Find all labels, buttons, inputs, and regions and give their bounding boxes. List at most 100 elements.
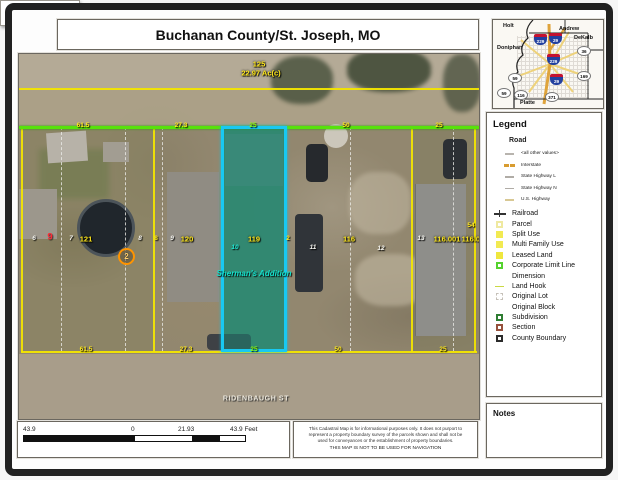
legend-symbol-wrap <box>493 252 506 259</box>
legend-sq-outline-symbol <box>496 324 503 331</box>
legend-label: <all other values> <box>521 151 559 156</box>
lot-number-red: 9 <box>47 232 52 242</box>
legend-title: Legend <box>493 119 597 130</box>
legend-label: State Highway N <box>521 186 557 191</box>
legend-item: Multi Family Use <box>493 240 597 250</box>
interstate-shield-icon: 29 <box>550 74 563 85</box>
locator-county-label: DeKalb <box>574 35 593 41</box>
legend-label: Split Use <box>512 231 540 238</box>
parcel-number: 116.002 <box>462 235 480 243</box>
legend-label: Multi Family Use <box>512 241 564 248</box>
legend-label: State Highway L <box>521 174 556 179</box>
legend-symbol-wrap <box>503 199 516 201</box>
notes-box: Notes <box>486 403 602 458</box>
lot-number: 7 <box>69 236 73 243</box>
scalebar-segment <box>192 436 220 441</box>
legend-item: <all other values> <box>493 148 597 160</box>
legend-sq-outline-symbol <box>496 262 503 269</box>
legend-symbol-wrap <box>503 188 516 190</box>
interstate-shield-icon: 229 <box>534 34 547 45</box>
dimension-label: 25 <box>439 347 446 354</box>
dimension-label: 50 <box>342 123 349 130</box>
legend-item: Subdivision <box>493 312 597 322</box>
legend-items: RailroadParcelSplit UseMulti Family UseL… <box>493 209 597 344</box>
legend-item: Original Block <box>493 302 597 312</box>
legend-item: County Boundary <box>493 333 597 343</box>
lot-number: 10 <box>231 245 238 252</box>
scalebar-zero-label: 0 <box>131 426 135 433</box>
scalebar-segment <box>135 436 192 441</box>
legend-item: Land Hook <box>493 281 597 291</box>
legend-label: Section <box>512 324 535 331</box>
legend-label: Original Lot <box>512 293 548 300</box>
lot-number: 11 <box>310 245 317 252</box>
legend-dash-symbol <box>505 188 514 190</box>
area-label: 125 <box>253 60 266 68</box>
legend-symbol-wrap <box>493 314 506 321</box>
notes-title: Notes <box>493 409 595 418</box>
legend-none-symbol <box>496 304 503 311</box>
parcel-number: 116 <box>343 235 355 243</box>
route-shield-icon: 59 <box>497 88 511 98</box>
legend-sq-outline-symbol <box>496 314 503 321</box>
lot-number: 13 <box>417 236 424 243</box>
legend-item: State Highway N <box>493 183 597 195</box>
legend-symbol-wrap <box>493 273 506 280</box>
legend-sq-fill-symbol <box>496 241 503 248</box>
parcel-number: 120 <box>181 235 194 243</box>
dimension-label: 61.5 <box>77 123 90 130</box>
legend-sq-fill-symbol <box>496 252 503 259</box>
lot-number: 6 <box>32 236 36 243</box>
legend-symbol-wrap <box>503 164 516 167</box>
legend-symbol-wrap <box>493 286 506 288</box>
scalebar-left-label: 43.9 <box>23 426 36 433</box>
legend-sq-outline-symbol <box>496 335 503 342</box>
circled-marker: 2 <box>118 248 135 265</box>
legend-road-group-label: Road <box>509 137 597 144</box>
street-label: RIDENBAUGH ST <box>223 396 289 403</box>
scalebar-segment <box>24 436 135 441</box>
legend: Legend Road <all other values> Interstate… <box>486 112 602 397</box>
legend-dash-thick-symbol <box>504 164 515 167</box>
legend-item: Section <box>493 323 597 333</box>
legend-label: Railroad <box>512 210 538 217</box>
legend-dash-symbol <box>505 153 514 155</box>
legend-symbol-wrap <box>493 221 506 228</box>
legend-dash-symbol <box>495 286 504 288</box>
dimension-label: 25 <box>250 347 257 354</box>
legend-dash-symbol <box>505 199 514 201</box>
legend-symbol-wrap <box>493 241 506 248</box>
map-canvas[interactable]: 12522.97 Ac(c)61.527.325502561.527.32550… <box>18 53 480 420</box>
circled-marker-value: 2 <box>124 252 128 261</box>
locator-county-label: Platte <box>520 100 535 106</box>
legend-sq-faint-symbol <box>496 293 503 300</box>
legend-label: Interstate <box>521 163 541 168</box>
lot-number: 2 <box>286 236 290 243</box>
map-labels-layer: 12522.97 Ac(c)61.527.325502561.527.32550… <box>19 54 479 419</box>
legend-label: Leased Land <box>512 252 552 259</box>
route-shield-icon: 36 <box>577 46 591 56</box>
legend-dash-symbol <box>505 176 514 178</box>
legend-item: Split Use <box>493 229 597 239</box>
dimension-label: 27.3 <box>180 347 193 354</box>
locator-map[interactable]: HoltAndrewDeKalbDoniphanPlatte2292922929… <box>492 19 604 109</box>
dimension-label: 54 <box>467 223 474 230</box>
lot-number: 8 <box>154 236 158 243</box>
legend-item: Dimension <box>493 271 597 281</box>
legend-symbol-wrap <box>493 293 506 300</box>
legend-item: Original Lot <box>493 292 597 302</box>
lot-number: 9 <box>170 236 174 243</box>
route-shield-icon: 371 <box>545 92 559 102</box>
legend-none-symbol <box>496 273 503 280</box>
scalebar-mid-label: 21.93 <box>178 426 194 433</box>
parcel-number: 121 <box>80 235 93 243</box>
route-shield-icon: 169 <box>577 71 591 81</box>
dimension-label: 61.5 <box>80 347 93 354</box>
title-box: Buchanan County/St. Joseph, MO <box>57 19 479 50</box>
disclaimer-navigation-warning: THIS MAP IS NOT TO BE USED FOR NAVIGATIO… <box>294 446 477 452</box>
interstate-shield-icon: 229 <box>547 54 560 65</box>
legend-label: County Boundary <box>512 335 566 342</box>
disclaimer: This Cadastral Map is for informational … <box>293 421 478 458</box>
lot-number: 12 <box>377 246 384 253</box>
legend-label: U.S. Highway <box>521 197 550 202</box>
